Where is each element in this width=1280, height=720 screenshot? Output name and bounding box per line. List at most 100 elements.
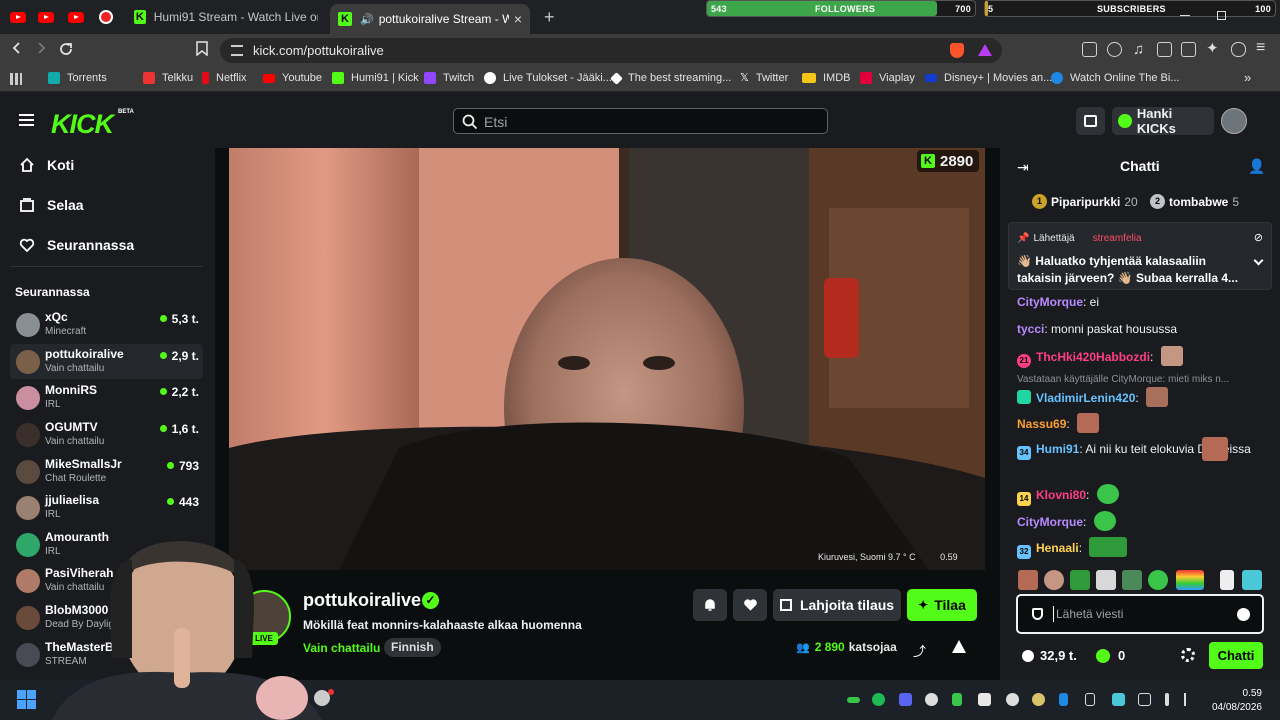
channel-item[interactable]: TheMasterBlade STREAM [10, 637, 203, 672]
chat-username[interactable]: CityMorque [1017, 515, 1083, 529]
bookmark-item[interactable]: 𝕏 Twitter [740, 72, 788, 84]
share-icon[interactable]: ⤴ [913, 641, 926, 660]
emote-option[interactable] [1044, 570, 1064, 590]
chat-username[interactable]: Humi91 [1036, 442, 1079, 456]
channel-item[interactable]: PasiViherah Vain chattailu [10, 563, 203, 598]
app-tray-icon[interactable] [978, 693, 991, 706]
phone-icon[interactable] [1085, 693, 1095, 706]
hamburger-menu-icon[interactable] [19, 114, 34, 126]
collapse-chat-icon[interactable]: ⇥ [1017, 159, 1029, 176]
chat-username[interactable]: Klovni80 [1036, 488, 1086, 502]
close-tab-icon[interactable]: × [514, 11, 522, 27]
emote-option[interactable] [1070, 570, 1090, 590]
pinned-tab-youtube[interactable] [6, 5, 30, 29]
obs-icon[interactable] [1006, 693, 1019, 706]
chat-users-icon[interactable]: 👤 [1248, 158, 1265, 175]
chat-username[interactable]: CityMorque [1017, 295, 1083, 309]
kicks-display[interactable]: 0 [1096, 648, 1125, 663]
tray-app-icon[interactable] [847, 697, 860, 703]
chat-settings-gear-icon[interactable] [1181, 648, 1195, 662]
pinned-message[interactable]: 📌 Lähettäjä streamfelia ⊘ 👋🏼 Haluatko ty… [1008, 222, 1272, 290]
bookmark-item[interactable]: Disney+ | Movies an... [925, 72, 1052, 84]
rewards-icon[interactable] [978, 44, 992, 56]
chat-username[interactable]: tycci [1017, 322, 1044, 336]
spotify-icon[interactable] [872, 693, 885, 706]
channel-name-title[interactable]: pottukoiralive [303, 590, 421, 611]
back-arrow-icon[interactable] [10, 41, 24, 55]
windows-start-icon[interactable] [17, 690, 36, 709]
bookmark-item[interactable]: Live Tulokset - Jääki... [484, 72, 612, 84]
discord-icon[interactable] [899, 693, 912, 706]
pinned-tab-youtube[interactable] [34, 5, 58, 29]
subscribe-button[interactable]: ✦ Tilaa [907, 589, 977, 621]
emote-option[interactable] [1176, 570, 1204, 590]
channel-item[interactable]: MonniRS IRL 2,2 t. [10, 380, 203, 415]
chat-username[interactable]: Henaali [1036, 541, 1079, 555]
channel-item[interactable]: Amouranth IRL [10, 527, 203, 562]
emote-option[interactable] [1220, 570, 1234, 590]
bookmark-item[interactable]: Netflix [202, 72, 247, 84]
bookmarks-overflow-icon[interactable]: » [1244, 70, 1251, 85]
reload-icon[interactable] [58, 41, 74, 57]
apps-grid-icon[interactable] [10, 73, 22, 85]
play-icon[interactable] [952, 693, 962, 706]
emote-option[interactable] [1122, 570, 1142, 590]
pinned-tab-youtube[interactable] [64, 5, 88, 29]
bluetooth-icon[interactable] [1059, 693, 1068, 706]
leaderboard-entry[interactable]: 2 tombabwe 5 [1150, 194, 1239, 209]
microphone-icon[interactable] [1165, 693, 1169, 706]
points-display[interactable]: 32,9 t. [1022, 648, 1077, 663]
search-input[interactable]: Etsi [453, 108, 828, 134]
emote-option[interactable] [1018, 570, 1038, 590]
notifications-button[interactable] [693, 589, 727, 621]
menu-icon[interactable]: ≡ [1256, 40, 1265, 56]
security-icon[interactable] [1112, 693, 1125, 706]
vpn-icon[interactable] [1231, 42, 1246, 57]
cloud-icon[interactable] [925, 693, 938, 706]
tab-humi91[interactable]: K Humi91 Stream - Watch Live on Kick [126, 4, 326, 30]
channel-item[interactable]: MikeSmallsJr Chat Roulette 793 [10, 454, 203, 489]
video-player[interactable] [229, 148, 985, 570]
user-avatar[interactable] [1221, 108, 1247, 134]
channel-item[interactable]: jjuliaelisa IRL 443 [10, 490, 203, 525]
emote-option[interactable] [1242, 570, 1262, 590]
maximize-icon[interactable] [1217, 11, 1226, 20]
new-tab-button[interactable]: + [536, 4, 563, 30]
bookmark-item[interactable]: Twitch [424, 72, 474, 84]
bookmark-item[interactable]: Telkku [143, 72, 193, 84]
music-icon[interactable]: ♫ [1133, 41, 1144, 58]
channel-item[interactable]: pottukoiralive Vain chattailu 2,9 t. [10, 344, 203, 379]
chat-username[interactable]: VladimirLenin420 [1036, 391, 1135, 405]
emote-option[interactable] [1096, 570, 1116, 590]
channel-item[interactable]: OGUMTV Vain chattailu 1,6 t. [10, 417, 203, 452]
volume-icon[interactable] [1184, 693, 1197, 706]
network-icon[interactable] [1138, 693, 1151, 706]
emoji-icon[interactable] [1237, 608, 1250, 621]
emote-option[interactable] [1148, 570, 1168, 590]
gift-subscription-button[interactable]: Lahjoita tilaus [773, 589, 901, 621]
get-kicks-button[interactable]: Hanki KICKs [1112, 106, 1214, 136]
bookmark-item[interactable]: Viaplay [860, 72, 915, 84]
sidebar-nav-following[interactable]: Seurannassa [19, 237, 134, 253]
bookmark-item[interactable]: Torrents [48, 72, 107, 84]
pinned-tab-site[interactable] [94, 5, 118, 29]
app-tray-icon[interactable] [1032, 693, 1045, 706]
expand-chevron-icon[interactable] [1253, 255, 1264, 266]
chat-message-input[interactable]: Lähetä viesti [1016, 594, 1264, 634]
forward-arrow-icon[interactable] [34, 41, 48, 55]
channel-item[interactable]: xQc Minecraft 5,3 t. [10, 307, 203, 342]
stream-category-link[interactable]: Vain chattailu [303, 641, 380, 655]
wallet-icon[interactable] [1181, 42, 1196, 57]
system-clock[interactable]: 0.59 04/08/2026 [1202, 687, 1262, 715]
puzzle-icon[interactable] [1107, 42, 1122, 57]
sidebar-nav-browse[interactable]: Selaa [19, 197, 84, 213]
language-tag[interactable]: Finnish [384, 638, 441, 657]
send-chat-button[interactable]: Chatti [1209, 642, 1263, 669]
channel-item[interactable]: BlobM3000 Dead By Daylight [10, 600, 203, 635]
leaderboard-entry[interactable]: 1 Piparipurkki 20 [1032, 194, 1138, 209]
minimize-icon[interactable] [1180, 15, 1190, 16]
bookmark-item[interactable]: The best streaming... [610, 71, 731, 85]
bookmark-item[interactable]: Youtube [263, 72, 322, 84]
sidebar-nav-home[interactable]: Koti [19, 157, 74, 173]
bookmark-item[interactable]: IMDB [802, 72, 851, 84]
